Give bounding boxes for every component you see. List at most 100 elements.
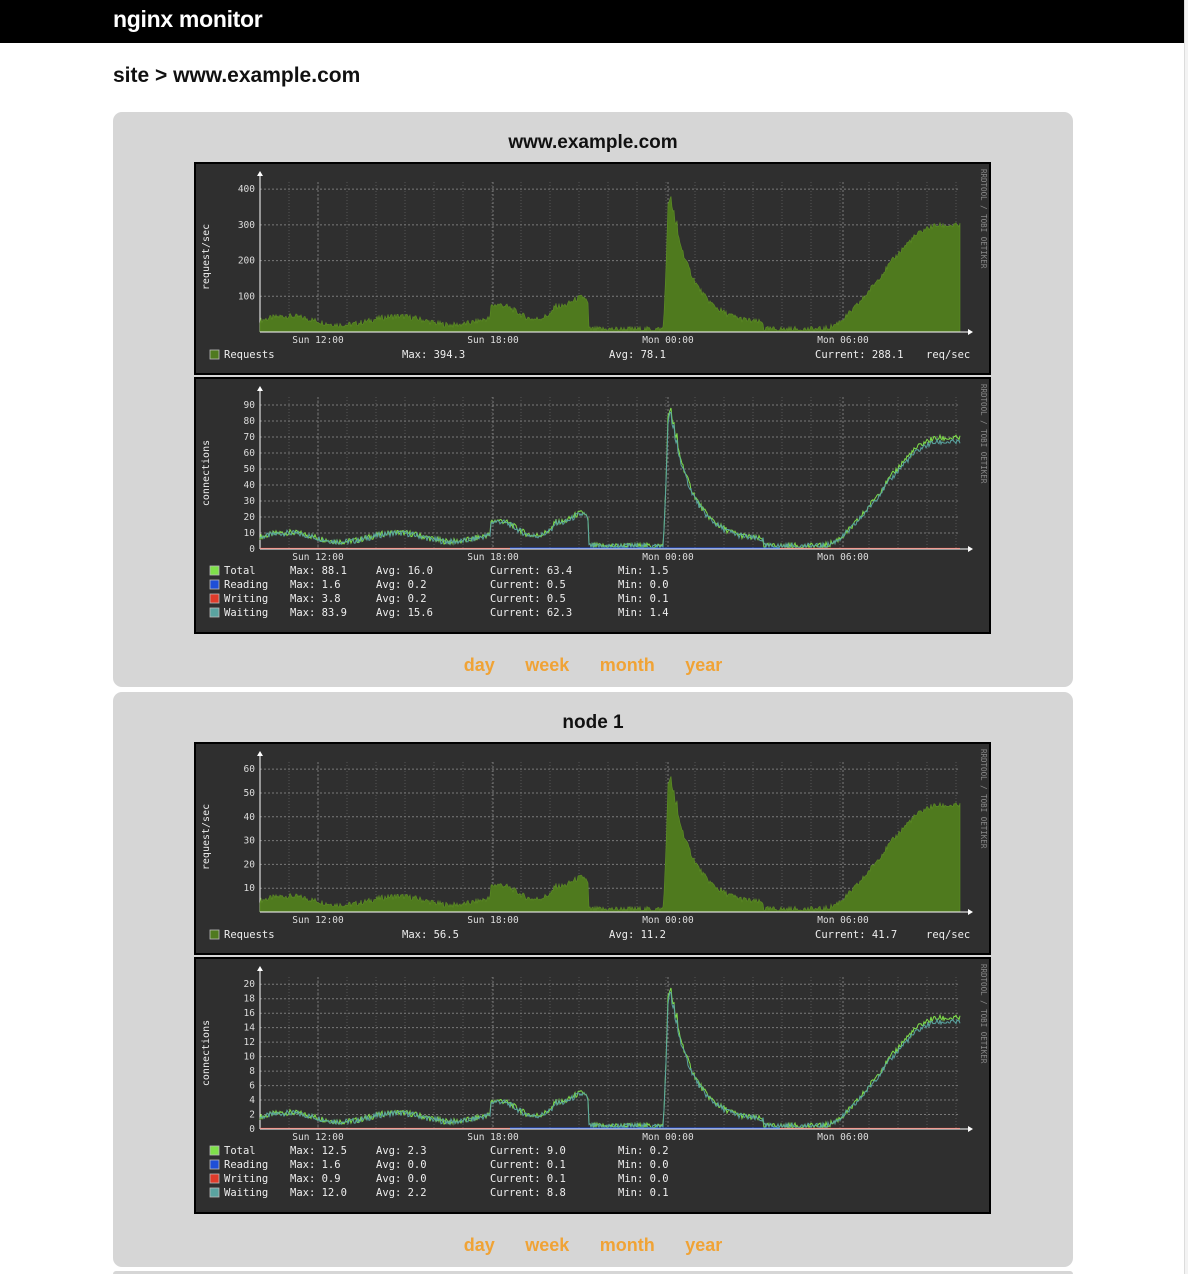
watermark: RRDTOOL / TOBI OETIKER bbox=[979, 384, 988, 484]
x-tick-label: Mon 06:00 bbox=[817, 1132, 869, 1143]
requests-graph-canvas: Sun 12:00 Sun 18:00 Mon 00:00 Mon 06:00 100 2… bbox=[201, 169, 988, 361]
legend-swatch bbox=[209, 1187, 220, 1198]
x-tick-label: Mon 06:00 bbox=[817, 552, 869, 563]
legend-avg: Avg: 0.2 bbox=[376, 593, 427, 605]
panel-node-1: node 1 Sun 12:00 Sun 18:00 Mon 00:00 Mon 06… bbox=[113, 692, 1073, 1267]
legend-avg: Avg: 2.2 bbox=[376, 1187, 427, 1199]
y-axis-label: connections bbox=[201, 1020, 212, 1086]
legend-name: Waiting bbox=[224, 1187, 268, 1199]
link-year[interactable]: year bbox=[685, 655, 722, 675]
connections-graph: Sun 12:00 Sun 18:00 Mon 00:00 Mon 06:00 0 10 2… bbox=[194, 377, 991, 634]
legend-avg: Avg: 16.0 bbox=[376, 565, 433, 577]
y-tick-label: 10 bbox=[244, 528, 256, 539]
legend-name: Total bbox=[224, 565, 256, 577]
watermark: RRDTOOL / TOBI OETIKER bbox=[979, 169, 988, 269]
legend-min: Min: 0.0 bbox=[618, 579, 669, 591]
y-tick-label: 10 bbox=[244, 883, 256, 894]
y-tick-label: 20 bbox=[244, 512, 256, 523]
legend-min: Min: 0.0 bbox=[618, 1159, 669, 1171]
legend-avg: Avg: 0.0 bbox=[376, 1159, 427, 1171]
y-tick-label: 2 bbox=[249, 1110, 255, 1121]
legend-name: Writing bbox=[224, 593, 268, 605]
link-month[interactable]: month bbox=[600, 1235, 655, 1255]
legend-max: Max: 394.3 bbox=[402, 349, 465, 361]
legend-name: Requests bbox=[224, 929, 275, 941]
y-tick-label: 300 bbox=[238, 220, 255, 231]
y-tick-label: 4 bbox=[249, 1095, 255, 1106]
y-tick-label: 40 bbox=[244, 812, 256, 823]
y-tick-label: 50 bbox=[244, 464, 256, 475]
x-tick-label: Sun 18:00 bbox=[467, 1132, 519, 1143]
top-bar: nginx monitor bbox=[0, 0, 1184, 43]
legend-max: Max: 1.6 bbox=[290, 1159, 341, 1171]
legend-swatch bbox=[209, 349, 220, 360]
x-tick-label: Sun 12:00 bbox=[292, 552, 344, 563]
legend-current: Current: 0.1 bbox=[490, 1159, 566, 1171]
link-day[interactable]: day bbox=[464, 655, 495, 675]
link-year[interactable]: year bbox=[685, 1235, 722, 1255]
legend-max: Max: 88.1 bbox=[290, 565, 347, 577]
legend-min: Min: 0.1 bbox=[618, 1187, 669, 1199]
legend-swatch bbox=[209, 593, 220, 604]
app-title: nginx monitor bbox=[113, 6, 263, 32]
y-tick-label: 6 bbox=[249, 1081, 255, 1092]
y-tick-label: 30 bbox=[244, 496, 256, 507]
y-tick-label: 200 bbox=[238, 256, 255, 267]
legend-name: Reading bbox=[224, 579, 268, 591]
x-tick-label: Sun 12:00 bbox=[292, 915, 344, 926]
legend-current: Current: 63.4 bbox=[490, 565, 572, 577]
legend-swatch bbox=[209, 579, 220, 590]
x-tick-label: Sun 12:00 bbox=[292, 335, 344, 346]
legend-name: Reading bbox=[224, 1159, 268, 1171]
y-tick-label: 12 bbox=[244, 1037, 255, 1048]
y-tick-label: 60 bbox=[244, 764, 256, 775]
legend-max: Max: 12.0 bbox=[290, 1187, 347, 1199]
y-tick-label: 0 bbox=[249, 1124, 255, 1135]
legend-swatch bbox=[209, 607, 220, 618]
link-day[interactable]: day bbox=[464, 1235, 495, 1255]
y-axis-label: connections bbox=[201, 440, 212, 506]
legend-swatch bbox=[209, 1145, 220, 1156]
range-links: day week month year bbox=[113, 655, 1073, 676]
legend-current: Current: 9.0 bbox=[490, 1145, 566, 1157]
series-line bbox=[259, 411, 961, 550]
y-tick-label: 18 bbox=[244, 994, 256, 1005]
scrollbar[interactable] bbox=[1184, 0, 1188, 1274]
y-tick-label: 16 bbox=[244, 1008, 256, 1019]
legend-max: Max: 0.9 bbox=[290, 1173, 341, 1185]
x-tick-label: Sun 18:00 bbox=[467, 335, 519, 346]
requests-graph: Sun 12:00 Sun 18:00 Mon 00:00 Mon 06:00 100 2… bbox=[194, 162, 991, 375]
y-tick-label: 90 bbox=[244, 400, 256, 411]
requests-area bbox=[259, 776, 961, 913]
legend-min: Min: 1.4 bbox=[618, 607, 669, 619]
legend-swatch bbox=[209, 1159, 220, 1170]
y-tick-label: 400 bbox=[238, 184, 255, 195]
y-axis-label: request/sec bbox=[201, 224, 212, 290]
legend-avg: Avg: 0.2 bbox=[376, 579, 427, 591]
legend-max: Max: 56.5 bbox=[402, 929, 459, 941]
legend-swatch bbox=[209, 1173, 220, 1184]
connections-graph: Sun 12:00 Sun 18:00 Mon 00:00 Mon 06:00 0 2 4 6… bbox=[194, 957, 991, 1214]
legend-avg: Avg: 2.3 bbox=[376, 1145, 427, 1157]
y-tick-label: 70 bbox=[244, 432, 256, 443]
legend-current: Current: 288.1 bbox=[815, 349, 904, 361]
watermark: RRDTOOL / TOBI OETIKER bbox=[979, 749, 988, 849]
legend-current: Current: 62.3 bbox=[490, 607, 572, 619]
series-line bbox=[259, 987, 961, 1130]
panel-title: node 1 bbox=[562, 712, 624, 733]
connections-graph-canvas: Sun 12:00 Sun 18:00 Mon 00:00 Mon 06:00 0 10 2… bbox=[201, 384, 988, 619]
x-tick-label: Sun 12:00 bbox=[292, 1132, 344, 1143]
link-week[interactable]: week bbox=[525, 655, 569, 675]
y-tick-label: 60 bbox=[244, 448, 256, 459]
connections-graph-canvas: Sun 12:00 Sun 18:00 Mon 00:00 Mon 06:00 0 2 4 6… bbox=[201, 964, 988, 1199]
legend-name: Writing bbox=[224, 1173, 268, 1185]
legend-max: Max: 83.9 bbox=[290, 607, 347, 619]
x-tick-label: Mon 00:00 bbox=[642, 552, 694, 563]
legend-avg: Avg: 0.0 bbox=[376, 1173, 427, 1185]
y-tick-label: 20 bbox=[244, 859, 256, 870]
link-month[interactable]: month bbox=[600, 655, 655, 675]
legend-max: Max: 12.5 bbox=[290, 1145, 347, 1157]
link-week[interactable]: week bbox=[525, 1235, 569, 1255]
y-axis-label: request/sec bbox=[201, 804, 212, 870]
legend-name: Waiting bbox=[224, 607, 268, 619]
